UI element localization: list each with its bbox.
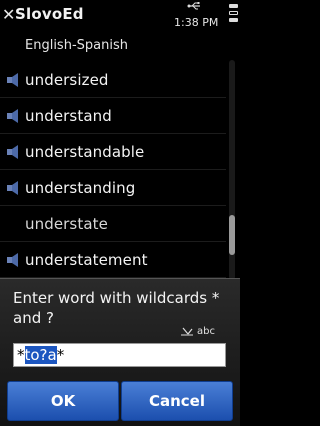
wildcard-input[interactable]: *to?a*: [13, 343, 226, 367]
list-item[interactable]: understand: [0, 98, 226, 134]
options-menu-icon[interactable]: [229, 4, 238, 30]
list-item[interactable]: understanding: [0, 170, 226, 206]
input-selected-text: to?a: [24, 346, 57, 364]
list-item[interactable]: undersized: [0, 62, 226, 98]
speaker-icon[interactable]: [6, 73, 24, 87]
speaker-icon[interactable]: [6, 145, 24, 159]
cancel-button[interactable]: Cancel: [121, 381, 233, 421]
app-title: SlovoEd: [15, 5, 84, 23]
word-list: undersized understand understandable und…: [0, 62, 226, 278]
list-item-word: understate: [25, 214, 108, 233]
list-item[interactable]: understandable: [0, 134, 226, 170]
list-scrollbar[interactable]: [229, 60, 235, 280]
status-bar: ✕ SlovoEd 1:38 PM: [0, 0, 240, 36]
close-icon[interactable]: ✕: [2, 6, 15, 24]
speaker-icon[interactable]: [6, 109, 24, 123]
usb-icon: [187, 2, 200, 10]
list-item[interactable]: understate: [0, 206, 226, 242]
speaker-icon[interactable]: [6, 181, 24, 195]
list-item-word: understandable: [25, 142, 145, 161]
list-item-word: understanding: [25, 178, 136, 197]
list-item-word: understatement: [25, 250, 148, 269]
input-mode-indicator: abc: [180, 326, 215, 337]
dictionary-name[interactable]: English-Spanish: [25, 38, 128, 53]
pen-icon: [181, 327, 193, 336]
speaker-icon[interactable]: [6, 253, 24, 267]
list-item[interactable]: understatement: [0, 242, 226, 278]
input-mode-label: abc: [197, 326, 215, 337]
input-suffix: *: [56, 346, 65, 364]
dialog-prompt: Enter word with wildcards * and ?: [13, 289, 220, 327]
input-prefix: *: [17, 346, 25, 364]
ok-button[interactable]: OK: [7, 381, 119, 421]
clock: 1:38 PM: [174, 16, 219, 29]
scrollbar-thumb[interactable]: [229, 215, 235, 255]
list-item-word: understand: [25, 106, 112, 125]
list-item-word: undersized: [25, 70, 109, 89]
